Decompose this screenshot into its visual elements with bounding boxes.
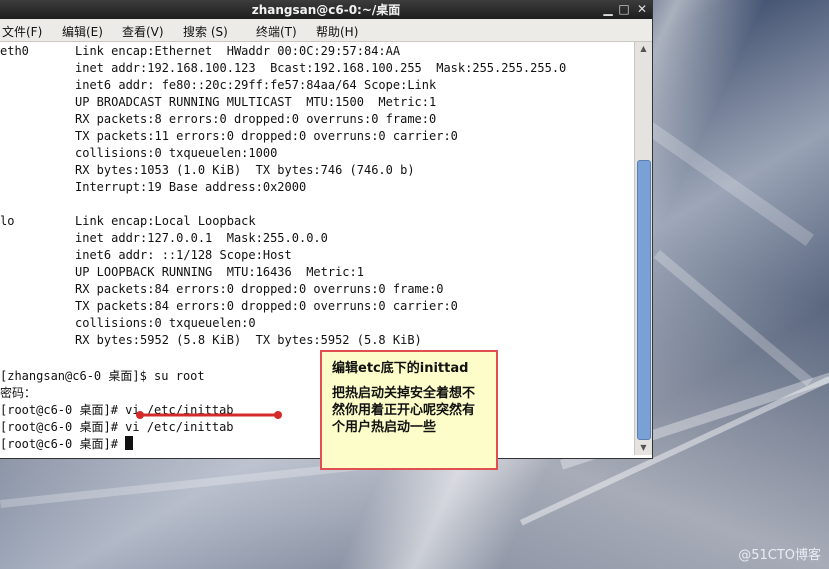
title-bar[interactable]: zhangsan@c6-0:~/桌面 ▁ □ ✕: [0, 0, 652, 19]
maximize-icon[interactable]: □: [616, 1, 632, 17]
close-icon[interactable]: ✕: [634, 1, 650, 17]
terminal-line: [root@c6-0 桌面]# vi /etc/inittab: [0, 418, 234, 435]
terminal-line: 密码：: [0, 384, 36, 401]
wallpaper-streak: [641, 120, 814, 247]
terminal-line-text: RX bytes:5952 (5.8 KiB) TX bytes:5952 (5…: [75, 333, 422, 347]
scroll-down-icon[interactable]: ▼: [635, 441, 652, 455]
terminal-line-prefix: [zhangsan@c6-0 桌面]$ su root: [0, 369, 205, 383]
menu-file[interactable]: 文件(F): [2, 23, 42, 40]
scroll-up-icon[interactable]: ▲: [635, 42, 652, 56]
terminal-line-text: collisions:0 txqueuelen:1000: [75, 146, 278, 160]
terminal-line-text: Interrupt:19 Base address:0x2000: [75, 180, 307, 194]
terminal-line-text: Link encap:Local Loopback: [75, 214, 256, 228]
terminal-line-text: inet addr:192.168.100.123 Bcast:192.168.…: [75, 61, 567, 75]
terminal-line-text: inet6 addr: ::1/128 Scope:Host: [75, 248, 292, 262]
window-title: zhangsan@c6-0:~/桌面: [251, 3, 401, 17]
terminal-line-prefix: [root@c6-0 桌面]# vi /etc/inittab: [0, 420, 234, 434]
terminal-line: [root@c6-0 桌面]#: [0, 435, 134, 452]
terminal-line-prefix: eth0: [0, 44, 29, 58]
terminal-line-text: UP LOOPBACK RUNNING MTU:16436 Metric:1: [75, 265, 364, 279]
terminal-line-text: RX packets:84 errors:0 dropped:0 overrun…: [75, 282, 444, 296]
annotation-callout: 编辑etc底下的inittad 把热启动关掉安全着想不然你用着正开心呢突然有个用…: [320, 350, 498, 470]
menu-help[interactable]: 帮助(H): [316, 23, 358, 40]
terminal-line-prefix: [root@c6-0 桌面]# vi /etc/inittab: [0, 403, 234, 417]
terminal-line-text: UP BROADCAST RUNNING MULTICAST MTU:1500 …: [75, 95, 437, 109]
callout-title: 编辑etc底下的inittad: [332, 361, 469, 376]
callout-body: 把热启动关掉安全着想不然你用着正开心呢突然有个用户热启动一些: [332, 386, 476, 435]
terminal-line: [zhangsan@c6-0 桌面]$ su root: [0, 367, 205, 384]
terminal-line-text: TX packets:84 errors:0 dropped:0 overrun…: [75, 299, 458, 313]
terminal-line-text: RX packets:8 errors:0 dropped:0 overruns…: [75, 112, 437, 126]
menu-terminal[interactable]: 终端(T): [256, 23, 297, 40]
menu-bar: 文件(F) 编辑(E) 查看(V) 搜索 (S) 终端(T) 帮助(H): [0, 19, 652, 42]
scrollbar[interactable]: ▲ ▼: [634, 42, 652, 455]
terminal-line: lo Link encap:Local Loopback: [0, 214, 256, 231]
terminal-line-prefix: lo: [0, 214, 15, 228]
terminal-output[interactable]: eth0 Link encap:Ethernet HWaddr 00:0C:29:…: [0, 42, 634, 455]
terminal-line-text: inet addr:127.0.0.1 Mask:255.0.0.0: [75, 231, 328, 245]
terminal-line: eth0 Link encap:Ethernet HWaddr 00:0C:29:…: [0, 44, 400, 61]
minimize-icon[interactable]: ▁: [600, 1, 616, 17]
terminal-line-text: collisions:0 txqueuelen:0: [75, 316, 256, 330]
terminal-cursor: [125, 436, 134, 450]
menu-edit[interactable]: 编辑(E): [62, 23, 103, 40]
terminal-line-text: TX packets:11 errors:0 dropped:0 overrun…: [75, 129, 458, 143]
terminal-line-prefix: 密码：: [0, 386, 37, 400]
terminal-line-text: Link encap:Ethernet HWaddr 00:0C:29:57:8…: [75, 44, 401, 58]
terminal-line-prefix: [root@c6-0 桌面]#: [0, 437, 126, 451]
scrollbar-thumb[interactable]: [637, 160, 651, 440]
menu-search[interactable]: 搜索 (S): [183, 23, 228, 40]
menu-view[interactable]: 查看(V): [122, 23, 164, 40]
terminal-line-text: inet6 addr: fe80::20c:29ff:fe57:84aa/64 …: [75, 78, 437, 92]
terminal-line: [root@c6-0 桌面]# vi /etc/inittab: [0, 401, 234, 418]
watermark: @51CTO博客: [738, 548, 821, 563]
terminal-line-text: RX bytes:1053 (1.0 KiB) TX bytes:746 (74…: [75, 163, 415, 177]
wallpaper-streak: [653, 250, 814, 387]
